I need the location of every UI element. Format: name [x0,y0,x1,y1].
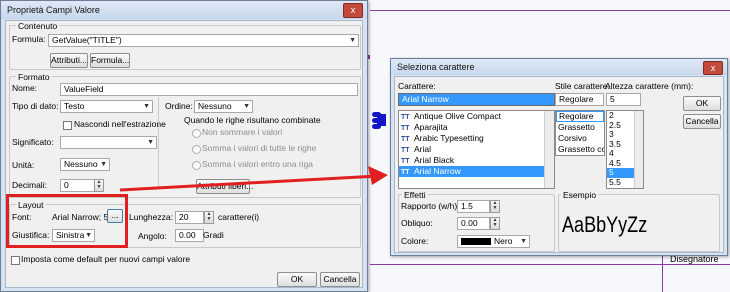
altezza-label: Altezza carattere (mm): [605,81,694,91]
stile-list-item[interactable]: Grassetto [556,122,604,133]
colore-value: Nero [494,236,513,246]
font-list-item[interactable]: TT Arabic Typesetting [399,133,554,144]
font-list-item[interactable]: TT Antique Olive Compact [399,111,554,122]
font-list-scrollbar[interactable] [544,111,554,188]
stile-label: Stile carattere: [555,81,610,91]
rapporto-input[interactable]: 1.5 [457,200,490,213]
stile-list-item[interactable]: Corsivo [556,133,604,144]
font-sample-preview: AaBbYyZz [562,212,648,237]
font-titlebar: Seleziona carattere [391,59,727,75]
font-list-item[interactable]: TT Arial [399,144,554,155]
font-body: Carattere: Arial Narrow TT Antique Olive … [394,76,724,253]
colore-label: Colore: [401,236,429,246]
altezza-list-scrollbar[interactable] [634,111,643,188]
obliquo-label: Obliquo: [401,218,433,228]
rapporto-spinner[interactable]: ▲ ▼ [490,200,500,213]
rapporto-label: Rapporto (w/h): [401,201,460,211]
stile-list[interactable]: Regolare Grassetto Corsivo Grassetto cor… [555,110,605,156]
carattere-label: Carattere: [398,81,436,91]
arrow-head [368,166,388,185]
esempio-legend: Esempio [561,190,599,200]
altezza-input[interactable]: 5 [606,93,641,106]
font-cancel-button[interactable]: Cancella [683,114,721,129]
font-list-item[interactable]: TT Arial Black [399,155,554,166]
font-close-button[interactable]: x [703,61,723,75]
font-list-item-selected[interactable]: TT Arial Narrow [399,166,554,177]
stile-list-item[interactable]: Grassetto cors [556,144,604,155]
truetype-icon: TT [401,169,410,176]
obliquo-spinner[interactable]: ▲ ▼ [490,217,500,230]
obliquo-input[interactable]: 0.00 [457,217,490,230]
chevron-down-icon: ▼ [520,238,527,245]
colore-combo[interactable]: Nero ▼ [457,235,530,248]
altezza-list[interactable]: 2 2.5 3 3.5 4 4.5 5 5.5 [606,110,644,189]
font-list[interactable]: TT Antique Olive Compact TT Aparajita TT Ar… [398,110,555,189]
font-dialog-title: Seleziona carattere [397,62,475,72]
stile-input[interactable]: Regolare [555,93,604,106]
effetti-legend: Effetti [402,190,428,200]
font-ok-button[interactable]: OK [683,96,721,111]
font-dialog: Seleziona carattere x Carattere: Arial N… [390,58,728,256]
font-list-item[interactable]: TT Aparajita [399,122,554,133]
stile-list-item[interactable]: Regolare [556,111,604,122]
color-swatch [461,238,491,245]
arrow-shaft [119,174,379,192]
carattere-input[interactable]: Arial Narrow [398,93,555,106]
